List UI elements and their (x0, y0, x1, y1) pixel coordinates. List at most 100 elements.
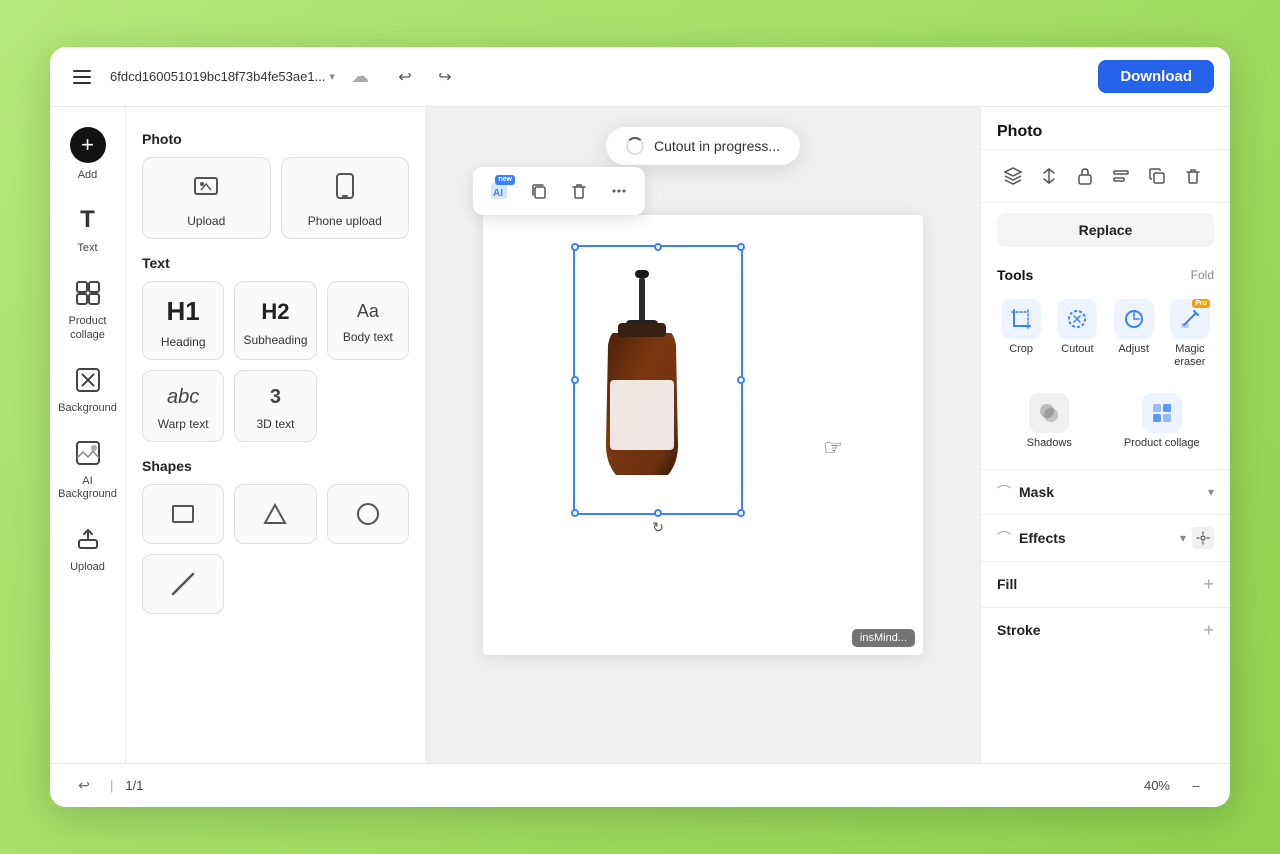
shape-rectangle[interactable] (142, 484, 224, 544)
left-panel: Photo Upload (126, 107, 426, 763)
triangle-icon (261, 500, 289, 528)
cutout-label: Cutout (1061, 343, 1093, 356)
text-grid: H1 Heading H2 Subheading Aa Body text ab… (142, 281, 409, 442)
more-options-button[interactable] (601, 173, 637, 209)
body-text-item[interactable]: Aa Body text (327, 281, 409, 360)
text-section-title: Text (142, 255, 409, 271)
duplicate-icon[interactable] (1141, 160, 1173, 192)
warp-text-item[interactable]: abc Warp text (142, 370, 224, 442)
tools-section: Tools Fold Crop (981, 257, 1230, 469)
body-text-label: Body text (343, 330, 393, 344)
icon-sidebar: + Add T Text Product collage (50, 107, 126, 763)
tool-product-collage[interactable]: Product collage (1110, 387, 1215, 456)
shape-circle[interactable] (327, 484, 409, 544)
tool-magic-eraser[interactable]: Pro Magic eraser (1166, 293, 1214, 375)
layers-icon[interactable] (997, 160, 1029, 192)
upload-item[interactable]: Upload (142, 157, 271, 239)
undo-bottom-button[interactable]: ↩ (70, 772, 98, 800)
phone-upload-item[interactable]: Phone upload (281, 157, 410, 239)
stroke-title: Stroke (997, 622, 1041, 638)
product-collage-label: Product collage (62, 315, 114, 341)
background-label: Background (58, 402, 117, 415)
product-collage-right-icon-wrap (1142, 393, 1182, 433)
sidebar-item-ai-background[interactable]: AI Background (58, 427, 118, 509)
filename-text: 6fdcd160051019bc18f73b4fe53ae1... (110, 69, 325, 84)
fold-button[interactable]: Fold (1191, 268, 1214, 282)
tool-crop[interactable]: Crop (997, 293, 1045, 375)
heading-icon: H1 (167, 296, 200, 327)
ai-background-label: AI Background (58, 475, 117, 501)
shape-line[interactable] (142, 554, 224, 614)
product-collage-right-label: Product collage (1124, 437, 1200, 450)
undo-button[interactable]: ↩ (389, 61, 421, 93)
tool-adjust[interactable]: Adjust (1110, 293, 1158, 375)
sidebar-item-text[interactable]: T Text (58, 194, 118, 263)
effects-settings-icon[interactable] (1192, 527, 1214, 549)
right-panel-title: Photo (981, 107, 1230, 150)
fill-row[interactable]: Fill + (981, 561, 1230, 607)
flip-icon[interactable] (1033, 160, 1065, 192)
zoom-out-button[interactable]: − (1182, 772, 1210, 800)
copy-button[interactable] (521, 173, 557, 209)
circle-icon (354, 500, 382, 528)
redo-button[interactable]: ↪ (429, 61, 461, 93)
mask-row[interactable]: ⌒ Mask ▾ (981, 469, 1230, 514)
sidebar-item-product-collage[interactable]: Product collage (58, 267, 118, 349)
stroke-add-icon[interactable]: + (1203, 620, 1214, 641)
svg-text:AI: AI (493, 188, 503, 199)
three-d-text-icon: 3 (270, 386, 281, 409)
three-d-text-label: 3D text (256, 417, 294, 431)
file-name[interactable]: 6fdcd160051019bc18f73b4fe53ae1... ▾ (110, 69, 335, 84)
sidebar-item-background[interactable]: Background (58, 354, 118, 423)
delete-right-icon[interactable] (1177, 160, 1209, 192)
canvas-frame[interactable]: AI new (483, 215, 923, 655)
product-collage-right-icon (1150, 401, 1174, 425)
subheading-icon: H2 (261, 299, 289, 325)
shadows-label: Shadows (1027, 437, 1072, 450)
canvas-area[interactable]: Cutout in progress... AI new (426, 107, 980, 763)
sidebar-item-upload[interactable]: Upload (58, 513, 118, 582)
subheading-label: Subheading (243, 333, 307, 347)
tool-shadows[interactable]: Shadows (997, 387, 1102, 456)
replace-button[interactable]: Replace (997, 213, 1214, 247)
effects-row[interactable]: ⌒ Effects ▾ (981, 514, 1230, 561)
upload-item-icon (192, 172, 220, 206)
ai-cutout-button[interactable]: AI new (481, 173, 517, 209)
three-d-text-item[interactable]: 3 3D text (234, 370, 316, 442)
delete-button[interactable] (561, 173, 597, 209)
mask-expand-icon: ▾ (1208, 485, 1214, 499)
heading-item[interactable]: H1 Heading (142, 281, 224, 360)
stroke-row[interactable]: Stroke + (981, 607, 1230, 653)
cutout-toast: Cutout in progress... (606, 127, 800, 165)
text-label: Text (77, 242, 97, 255)
menu-button[interactable] (66, 61, 98, 93)
body-text-icon: Aa (357, 301, 379, 322)
crop-label: Crop (1009, 343, 1033, 356)
lock-icon[interactable] (1069, 160, 1101, 192)
align-icon[interactable] (1105, 160, 1137, 192)
page-separator: | (110, 778, 113, 793)
tool-cutout[interactable]: Cutout (1053, 293, 1101, 375)
magic-eraser-label: Magic eraser (1168, 343, 1212, 369)
tools-title: Tools (997, 267, 1033, 283)
product-collage-icon (70, 275, 106, 311)
adjust-icon (1122, 307, 1146, 331)
right-tools-icons (997, 160, 1209, 192)
subheading-item[interactable]: H2 Subheading (234, 281, 316, 360)
sidebar-item-add[interactable]: + Add (58, 119, 118, 190)
upload-icon (70, 521, 106, 557)
chevron-down-icon: ▾ (329, 70, 335, 83)
adjust-icon-wrap (1114, 299, 1154, 339)
warp-text-label: Warp text (158, 417, 209, 431)
download-button[interactable]: Download (1098, 60, 1214, 93)
effects-expand-icon: ▾ (1180, 531, 1186, 545)
shape-triangle[interactable] (234, 484, 316, 544)
cursor-hand-icon: ☞ (823, 435, 843, 461)
magic-eraser-icon-wrap: Pro (1170, 299, 1210, 339)
photo-grid: Upload Phone upload (142, 157, 409, 239)
ai-background-icon (70, 435, 106, 471)
photo-section-title: Photo (142, 131, 409, 147)
product-bottle (588, 265, 698, 505)
rotation-handle[interactable]: ↻ (648, 517, 668, 537)
fill-add-icon[interactable]: + (1203, 574, 1214, 595)
